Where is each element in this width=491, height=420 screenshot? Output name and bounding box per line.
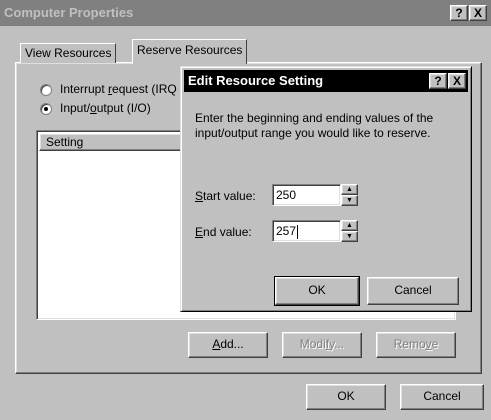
- remove-button[interactable]: Remove: [376, 332, 456, 358]
- spin-down-button[interactable]: ▼: [341, 195, 358, 206]
- start-value-input[interactable]: 250: [272, 184, 341, 206]
- arrow-up-icon: ▲: [346, 222, 353, 229]
- tab-view-resources[interactable]: View Resources: [20, 43, 117, 63]
- start-value-label: Start value:: [195, 189, 256, 203]
- close-icon: X: [473, 6, 482, 20]
- cancel-button[interactable]: Cancel: [400, 384, 484, 410]
- dialog-cancel-button[interactable]: Cancel: [367, 277, 459, 305]
- radio-selected-dot: [44, 107, 48, 111]
- computer-properties-window: Computer Properties ? X Interrupt reques…: [0, 0, 491, 420]
- text-cursor: [297, 224, 299, 239]
- close-button[interactable]: X: [469, 5, 487, 21]
- dialog-close-button[interactable]: X: [448, 73, 466, 89]
- dialog-help-button[interactable]: ?: [429, 73, 447, 89]
- io-radio[interactable]: [40, 103, 52, 115]
- window-titlebar[interactable]: Computer Properties: [0, 0, 491, 26]
- help-icon: ?: [434, 74, 442, 88]
- arrow-down-icon: ▼: [346, 233, 353, 240]
- end-value-label: End value:: [195, 225, 252, 239]
- spin-down-button[interactable]: ▼: [341, 231, 358, 242]
- help-icon: ?: [455, 6, 463, 20]
- dialog-ok-button[interactable]: OK: [274, 276, 360, 306]
- dialog-description: Enter the beginning and ending values of…: [195, 111, 434, 140]
- spin-up-button[interactable]: ▲: [341, 184, 358, 195]
- irq-radio-label[interactable]: Interrupt request (IRQ: [60, 82, 177, 96]
- dialog-titlebar[interactable]: Edit Resource Setting: [184, 70, 468, 92]
- ok-button[interactable]: OK: [306, 384, 386, 410]
- help-button[interactable]: ?: [450, 5, 468, 21]
- dialog-title: Edit Resource Setting: [188, 73, 324, 88]
- close-icon: X: [452, 74, 461, 88]
- irq-radio[interactable]: [40, 84, 52, 96]
- end-value-input[interactable]: 257: [272, 220, 341, 242]
- window-title: Computer Properties: [4, 5, 134, 20]
- arrow-down-icon: ▼: [346, 197, 353, 204]
- spin-up-button[interactable]: ▲: [341, 220, 358, 231]
- arrow-up-icon: ▲: [346, 186, 353, 193]
- io-radio-label[interactable]: Input/output (I/O): [60, 101, 151, 115]
- end-value-spinner[interactable]: ▲ ▼: [341, 220, 358, 242]
- modify-button[interactable]: Modify...: [282, 332, 362, 358]
- tab-reserve-resources[interactable]: Reserve Resources: [132, 39, 248, 64]
- edit-resource-setting-dialog: Edit Resource Setting ? X Enter the begi…: [180, 66, 472, 312]
- start-value-spinner[interactable]: ▲ ▼: [341, 184, 358, 206]
- add-button[interactable]: Add...: [188, 332, 268, 358]
